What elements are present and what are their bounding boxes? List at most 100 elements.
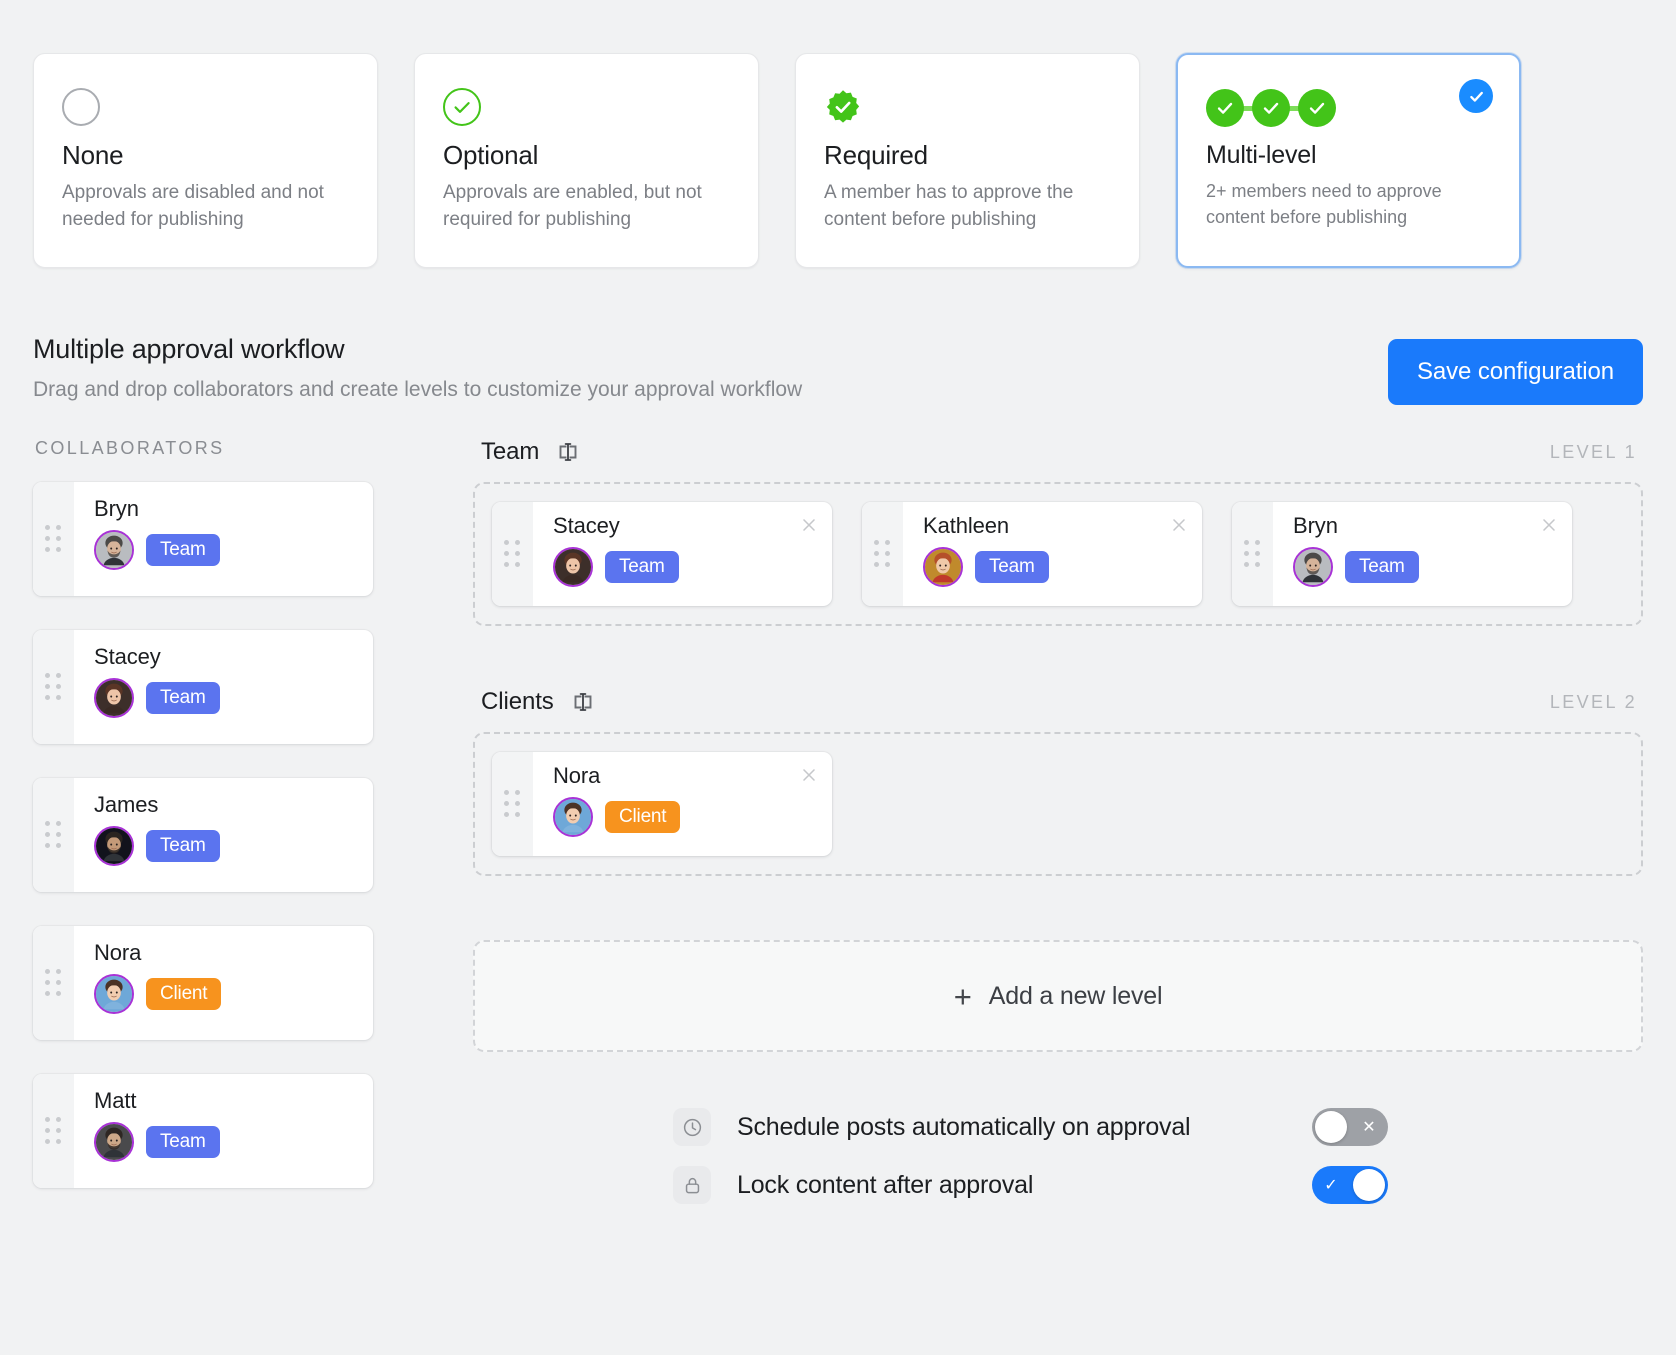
avatar bbox=[553, 547, 593, 587]
mode-title: None bbox=[62, 140, 349, 171]
option-label: Lock content after approval bbox=[737, 1171, 1033, 1200]
remove-member-button[interactable] bbox=[794, 510, 824, 540]
page-subtitle: Drag and drop collaborators and create l… bbox=[33, 378, 802, 402]
collaborator-name: Matt bbox=[94, 1088, 357, 1114]
drag-handle[interactable] bbox=[33, 926, 74, 1040]
level-name[interactable]: Clients bbox=[481, 688, 554, 716]
collaborator-card[interactable]: BrynTeam bbox=[33, 482, 373, 596]
avatar bbox=[553, 797, 593, 837]
mode-card-optional[interactable]: Optional Approvals are enabled, but not … bbox=[414, 53, 759, 268]
drag-handle[interactable] bbox=[492, 752, 533, 856]
level-header: Team LEVEL 1 bbox=[473, 438, 1643, 466]
drag-handle[interactable] bbox=[862, 502, 903, 606]
lock-content-toggle[interactable]: ✓ bbox=[1312, 1166, 1388, 1204]
role-badge: Team bbox=[605, 551, 679, 583]
add-new-level-button[interactable]: + Add a new level bbox=[473, 940, 1643, 1052]
collaborator-card[interactable]: Nora Client bbox=[33, 926, 373, 1040]
level-group: Clients LEVEL 2 NoraClient bbox=[473, 688, 1643, 876]
toggle-mark: ✕ bbox=[1350, 1108, 1388, 1146]
avatar bbox=[94, 826, 134, 866]
option-row-schedule-posts: Schedule posts automatically on approval… bbox=[673, 1108, 1643, 1146]
level-name[interactable]: Team bbox=[481, 438, 539, 466]
level-number-label: LEVEL 2 bbox=[1550, 692, 1637, 713]
drag-handle[interactable] bbox=[33, 630, 74, 744]
drag-handle[interactable] bbox=[492, 502, 533, 606]
schedule-posts-toggle[interactable]: ✕ bbox=[1312, 1108, 1388, 1146]
grip-dots-icon bbox=[504, 540, 522, 569]
workflow-header: Multiple approval workflow Drag and drop… bbox=[0, 268, 1676, 405]
collaborator-card[interactable]: Stacey Team bbox=[33, 630, 373, 744]
drag-handle[interactable] bbox=[1232, 502, 1273, 606]
clock-icon bbox=[673, 1108, 711, 1146]
remove-member-button[interactable] bbox=[1534, 510, 1564, 540]
collaborator-card[interactable]: JamesTeam bbox=[33, 778, 373, 892]
levels-list: Team LEVEL 1 Stacey Team Kathleen Team Bryn Tea… bbox=[473, 438, 1643, 876]
levels-panel: Team LEVEL 1 Stacey Team Kathleen Team Bryn Tea… bbox=[438, 438, 1643, 1224]
mode-description: Approvals are disabled and not needed fo… bbox=[62, 180, 349, 234]
mode-description: 2+ members need to approve content befor… bbox=[1206, 179, 1491, 230]
grip-dots-icon bbox=[45, 969, 63, 998]
text-cursor-icon bbox=[556, 440, 580, 464]
option-label: Schedule posts automatically on approval bbox=[737, 1113, 1190, 1142]
drag-handle[interactable] bbox=[33, 482, 74, 596]
collaborator-name: Nora bbox=[94, 940, 357, 966]
remove-member-button[interactable] bbox=[794, 760, 824, 790]
collaborators-label: COLLABORATORS bbox=[33, 438, 438, 459]
empty-circle-icon bbox=[62, 84, 349, 130]
mode-title: Required bbox=[824, 140, 1111, 171]
avatar bbox=[923, 547, 963, 587]
level-dropzone[interactable]: Stacey Team Kathleen Team Bryn Team bbox=[473, 482, 1643, 626]
text-cursor-icon bbox=[571, 690, 595, 714]
collaborator-name: Stacey bbox=[94, 644, 357, 670]
lock-icon bbox=[673, 1166, 711, 1204]
level-header: Clients LEVEL 2 bbox=[473, 688, 1643, 716]
drag-handle[interactable] bbox=[33, 778, 74, 892]
mode-card-required[interactable]: Required A member has to approve the con… bbox=[795, 53, 1140, 268]
avatar bbox=[1293, 547, 1333, 587]
level-member-card[interactable]: Bryn Team bbox=[1232, 502, 1572, 606]
mode-description: Approvals are enabled, but not required … bbox=[443, 180, 730, 234]
selected-check-icon bbox=[1459, 79, 1493, 113]
grip-dots-icon bbox=[45, 525, 63, 554]
workflow-body: COLLABORATORS BrynTeamStaceyTeamJamesTea… bbox=[0, 405, 1676, 1224]
level-member-name: Stacey bbox=[553, 513, 818, 539]
approval-settings-page: None Approvals are disabled and not need… bbox=[0, 0, 1676, 1355]
drag-handle[interactable] bbox=[33, 1074, 74, 1188]
remove-member-button[interactable] bbox=[1164, 510, 1194, 540]
avatar bbox=[94, 678, 134, 718]
level-number-label: LEVEL 1 bbox=[1550, 442, 1637, 463]
collaborator-card[interactable]: Matt Team bbox=[33, 1074, 373, 1188]
grip-dots-icon bbox=[45, 821, 63, 850]
level-member-card[interactable]: Kathleen Team bbox=[862, 502, 1202, 606]
level-member-card[interactable]: Stacey Team bbox=[492, 502, 832, 606]
role-badge: Team bbox=[146, 1126, 220, 1158]
grip-dots-icon bbox=[1244, 540, 1262, 569]
toggle-mark: ✓ bbox=[1312, 1166, 1350, 1204]
role-badge: Team bbox=[146, 682, 220, 714]
option-row-lock-content: Lock content after approval ✓ bbox=[673, 1166, 1643, 1204]
level-member-card[interactable]: NoraClient bbox=[492, 752, 832, 856]
mode-description: A member has to approve the content befo… bbox=[824, 180, 1111, 234]
level-member-name: Kathleen bbox=[923, 513, 1188, 539]
grip-dots-icon bbox=[874, 540, 892, 569]
role-badge: Client bbox=[146, 978, 221, 1010]
collaborators-list: BrynTeam Stacey Team JamesTeam Nora Client Mat… bbox=[33, 482, 438, 1188]
page-title: Multiple approval workflow bbox=[33, 334, 802, 365]
grip-dots-icon bbox=[45, 1117, 63, 1146]
multi-step-check-icon bbox=[1206, 85, 1491, 131]
mode-title: Multi-level bbox=[1206, 141, 1491, 170]
role-badge: Team bbox=[975, 551, 1049, 583]
mode-card-none[interactable]: None Approvals are disabled and not need… bbox=[33, 53, 378, 268]
level-member-name: Bryn bbox=[1293, 513, 1558, 539]
avatar bbox=[94, 530, 134, 570]
save-configuration-button[interactable]: Save configuration bbox=[1388, 339, 1643, 405]
role-badge: Team bbox=[1345, 551, 1419, 583]
role-badge: Team bbox=[146, 534, 220, 566]
grip-dots-icon bbox=[45, 673, 63, 702]
approval-mode-cards: None Approvals are disabled and not need… bbox=[0, 0, 1676, 268]
avatar bbox=[94, 974, 134, 1014]
mode-card-multi-level[interactable]: Multi-level 2+ members need to approve c… bbox=[1176, 53, 1521, 268]
collaborators-panel: COLLABORATORS BrynTeam Stacey Team JamesTea… bbox=[33, 438, 438, 1224]
level-dropzone[interactable]: NoraClient bbox=[473, 732, 1643, 876]
level-group: Team LEVEL 1 Stacey Team Kathleen Team Bryn Tea… bbox=[473, 438, 1643, 626]
